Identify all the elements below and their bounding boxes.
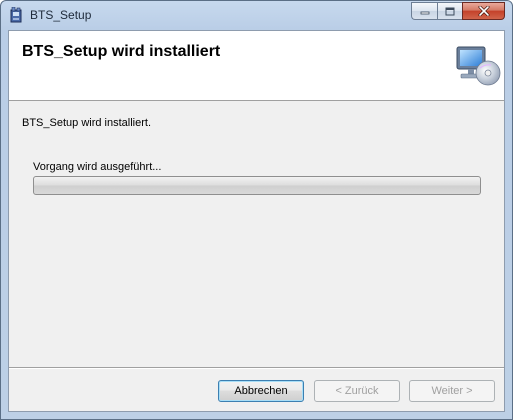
maximize-icon: [445, 7, 455, 15]
minimize-button[interactable]: [411, 2, 437, 20]
title-bar[interactable]: BTS_Setup: [1, 1, 512, 30]
status-text: BTS_Setup wird installiert.: [22, 117, 151, 129]
installer-icon: [10, 7, 22, 23]
next-button[interactable]: Weiter >: [409, 380, 495, 402]
page-title: BTS_Setup wird installiert: [22, 43, 221, 60]
window-title: BTS_Setup: [30, 8, 92, 22]
back-button[interactable]: < Zurück: [314, 380, 400, 402]
computer-cd-icon: [456, 46, 501, 86]
progress-bar: [33, 176, 481, 195]
progress-label: Vorgang wird ausgeführt...: [33, 161, 162, 173]
close-icon: [478, 6, 489, 16]
footer-divider: [9, 367, 504, 369]
dialog-header: BTS_Setup wird installiert: [9, 31, 504, 101]
cancel-button[interactable]: Abbrechen: [218, 380, 304, 402]
setup-window: BTS_Setup BTS_Setup wird installiert BTS…: [0, 0, 513, 420]
minimize-icon: [420, 11, 429, 15]
dialog-client-area: BTS_Setup wird installiert BTS_Setup wir…: [8, 30, 505, 412]
close-button[interactable]: [462, 2, 505, 20]
caption-buttons: [411, 2, 505, 21]
maximize-button[interactable]: [437, 2, 462, 20]
